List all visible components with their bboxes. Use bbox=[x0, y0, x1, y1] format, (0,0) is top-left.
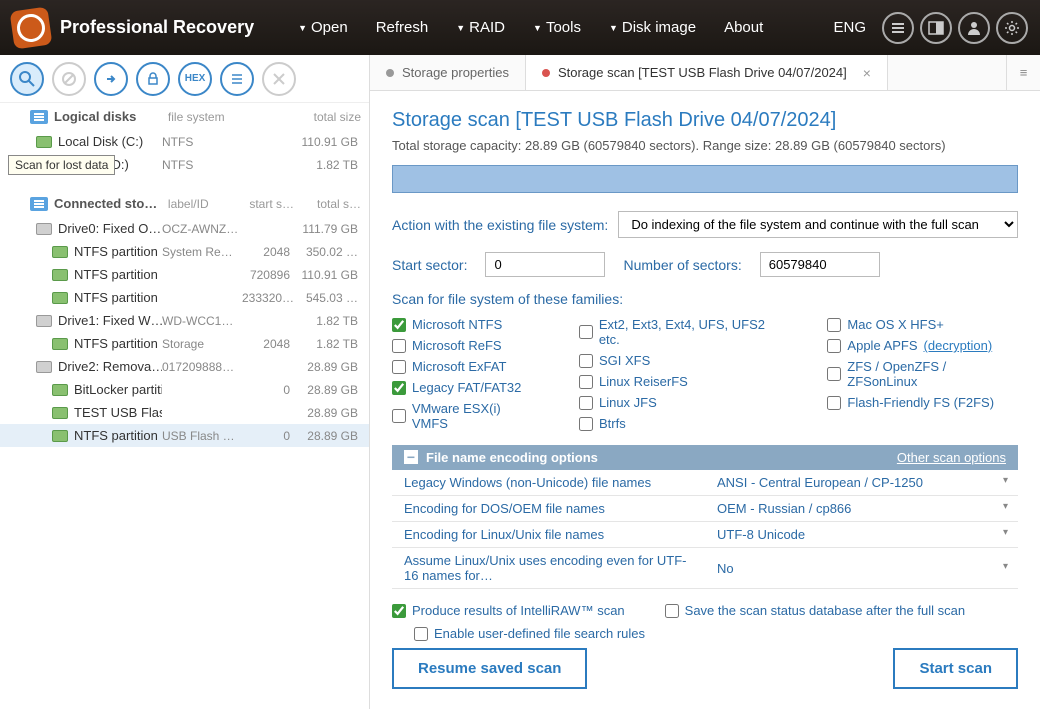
sidebar: HEX Scan for lost data Logical disksfile… bbox=[0, 55, 370, 709]
fs-checkbox[interactable]: Microsoft ReFS bbox=[392, 338, 539, 353]
tree-row[interactable]: NTFS partitionStorage20481.82 TB bbox=[0, 332, 369, 355]
save-status-checkbox[interactable]: Save the scan status database after the … bbox=[665, 603, 965, 618]
start-sector-label: Start sector: bbox=[392, 257, 467, 273]
stop-button bbox=[52, 62, 86, 96]
close-button bbox=[262, 62, 296, 96]
fs-checkbox[interactable]: Btrfs bbox=[579, 416, 787, 431]
list-button[interactable] bbox=[220, 62, 254, 96]
user-icon[interactable] bbox=[958, 12, 990, 44]
fs-families-grid: Microsoft NTFS Microsoft ReFS Microsoft Ex… bbox=[392, 317, 1018, 431]
menu-disk-image[interactable]: ▼ Disk image bbox=[595, 13, 710, 42]
goto-button[interactable] bbox=[94, 62, 128, 96]
tab-bar: Storage propertiesStorage scan [TEST USB… bbox=[370, 55, 1040, 91]
fs-checkbox[interactable]: VMware ESX(i) VMFS bbox=[392, 401, 539, 431]
encoding-options-table: Legacy Windows (non-Unicode) file namesA… bbox=[392, 470, 1018, 589]
encoding-options-header[interactable]: −File name encoding options Other scan o… bbox=[392, 445, 1018, 470]
tab-menu-icon[interactable]: ≡ bbox=[1006, 55, 1040, 90]
fs-checkbox[interactable]: Ext2, Ext3, Ext4, UFS, UFS2 etc. bbox=[579, 317, 787, 347]
tree-row[interactable]: Drive2: Remova…017209888…28.89 GB bbox=[0, 355, 369, 378]
tree-row[interactable]: NTFS partition720896110.91 GB bbox=[0, 263, 369, 286]
tree-row[interactable]: NTFS partitionSystem Re…2048350.02 … bbox=[0, 240, 369, 263]
menu-raid[interactable]: ▼ RAID bbox=[442, 13, 519, 42]
menu-about[interactable]: About bbox=[710, 13, 777, 42]
other-scan-options-link[interactable]: Other scan options bbox=[897, 450, 1006, 465]
sidebar-toolbar: HEX bbox=[0, 55, 369, 103]
fs-checkbox[interactable]: Legacy FAT/FAT32 bbox=[392, 380, 539, 395]
tab[interactable]: Storage scan [TEST USB Flash Drive 04/07… bbox=[526, 55, 888, 90]
progress-bar bbox=[392, 165, 1018, 193]
settings-gear-icon[interactable] bbox=[996, 12, 1028, 44]
tree-row[interactable]: Drive0: Fixed O…OCZ-AWNZ…111.79 GB bbox=[0, 217, 369, 240]
action-select[interactable]: Do indexing of the file system and conti… bbox=[618, 211, 1018, 238]
tab-close-icon[interactable]: × bbox=[863, 65, 871, 81]
window-list-icon[interactable] bbox=[882, 12, 914, 44]
tree-row[interactable]: TEST USB Flash…28.89 GB bbox=[0, 401, 369, 424]
encoding-option-row[interactable]: Encoding for Linux/Unix file namesUTF-8 … bbox=[392, 522, 1018, 548]
fs-checkbox[interactable]: Apple APFS (decryption) bbox=[827, 338, 1018, 353]
tree-section: Logical disksfile systemtotal size bbox=[0, 103, 369, 130]
page-subtitle: Total storage capacity: 28.89 GB (605798… bbox=[392, 138, 1018, 153]
tree-row[interactable]: Drive1: Fixed W…WD-WCC1…1.82 TB bbox=[0, 309, 369, 332]
fs-checkbox[interactable]: Linux JFS bbox=[579, 395, 787, 410]
scan-button[interactable] bbox=[10, 62, 44, 96]
tree-row[interactable]: BitLocker partiti…028.89 GB bbox=[0, 378, 369, 401]
app-title: Professional Recovery bbox=[60, 17, 254, 38]
fs-checkbox[interactable]: Mac OS X HFS+ bbox=[827, 317, 1018, 332]
layout-icon[interactable] bbox=[920, 12, 952, 44]
page-title: Storage scan [TEST USB Flash Drive 04/07… bbox=[392, 109, 1018, 132]
language-selector[interactable]: ENG bbox=[833, 19, 866, 36]
user-rules-checkbox[interactable]: Enable user-defined file search rules bbox=[414, 626, 1018, 641]
start-sector-input[interactable] bbox=[485, 252, 605, 277]
menu-tools[interactable]: ▼ Tools bbox=[519, 13, 595, 42]
encoding-option-row[interactable]: Legacy Windows (non-Unicode) file namesA… bbox=[392, 470, 1018, 496]
decryption-link[interactable]: (decryption) bbox=[924, 338, 993, 353]
lock-button[interactable] bbox=[136, 62, 170, 96]
fs-checkbox[interactable]: ZFS / OpenZFS / ZFSonLinux bbox=[827, 359, 1018, 389]
tree-row[interactable]: NTFS partition233320…545.03 … bbox=[0, 286, 369, 309]
fs-checkbox[interactable]: SGI XFS bbox=[579, 353, 787, 368]
tree-row[interactable]: Local Disk (C:)NTFS110.91 GB bbox=[0, 130, 369, 153]
fs-checkbox[interactable]: Flash-Friendly FS (F2FS) bbox=[827, 395, 1018, 410]
menu-open[interactable]: ▼ Open bbox=[284, 13, 362, 42]
collapse-icon[interactable]: − bbox=[404, 450, 418, 464]
tab[interactable]: Storage properties bbox=[370, 55, 526, 90]
start-scan-button[interactable]: Start scan bbox=[893, 648, 1018, 689]
fs-checkbox[interactable]: Microsoft ExFAT bbox=[392, 359, 539, 374]
menu-refresh[interactable]: Refresh bbox=[362, 13, 443, 42]
tooltip: Scan for lost data bbox=[8, 155, 115, 175]
encoding-option-row[interactable]: Encoding for DOS/OEM file namesOEM - Rus… bbox=[392, 496, 1018, 522]
fs-checkbox[interactable]: Linux ReiserFS bbox=[579, 374, 787, 389]
content-area: Storage propertiesStorage scan [TEST USB… bbox=[370, 55, 1040, 709]
fs-families-label: Scan for file system of these families: bbox=[392, 291, 1018, 307]
action-label: Action with the existing file system: bbox=[392, 217, 608, 233]
storage-tree: Logical disksfile systemtotal sizeLocal … bbox=[0, 103, 369, 709]
main-menu: ▼ OpenRefresh▼ RAID▼ Tools▼ Disk imageAb… bbox=[284, 13, 833, 42]
scan-pane: Storage scan [TEST USB Flash Drive 04/07… bbox=[370, 91, 1040, 709]
num-sectors-input[interactable] bbox=[760, 252, 880, 277]
hex-button[interactable]: HEX bbox=[178, 62, 212, 96]
app-logo-icon bbox=[10, 6, 53, 49]
num-sectors-label: Number of sectors: bbox=[623, 257, 741, 273]
top-bar: Professional Recovery ▼ OpenRefresh▼ RAI… bbox=[0, 0, 1040, 55]
tree-section: Connected sto…label/IDstart s…total s… bbox=[0, 190, 369, 217]
fs-checkbox[interactable]: Microsoft NTFS bbox=[392, 317, 539, 332]
intelliraw-checkbox[interactable]: Produce results of IntelliRAW™ scan bbox=[392, 603, 625, 618]
encoding-option-row[interactable]: Assume Linux/Unix uses encoding even for… bbox=[392, 548, 1018, 589]
resume-scan-button[interactable]: Resume saved scan bbox=[392, 648, 587, 689]
tree-row[interactable]: NTFS partitionUSB Flash …028.89 GB bbox=[0, 424, 369, 447]
